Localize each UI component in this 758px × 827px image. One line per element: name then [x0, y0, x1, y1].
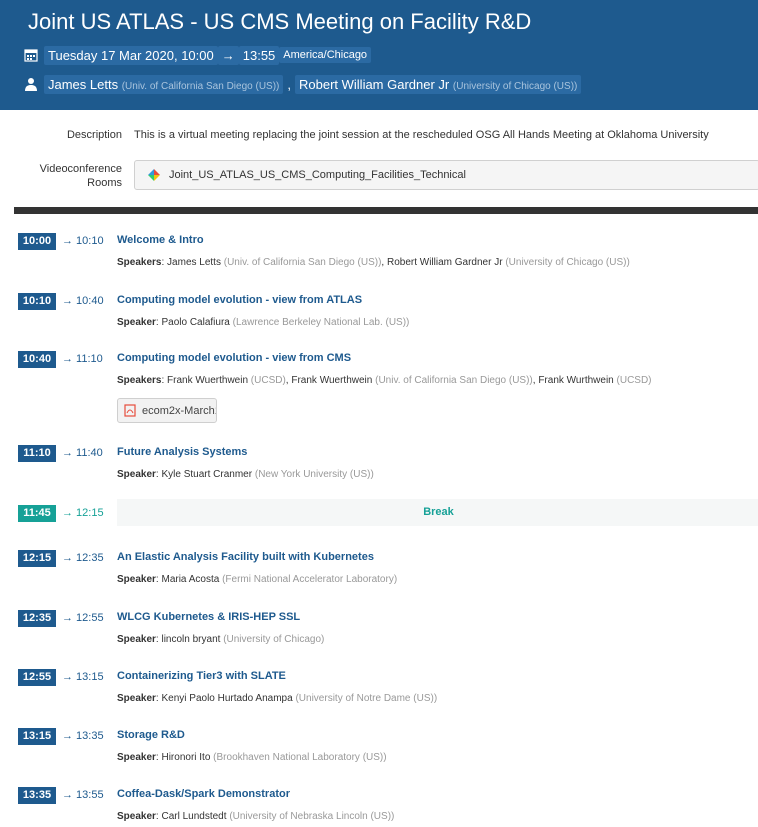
pdf-icon	[124, 404, 136, 417]
speaker-label: Speaker	[117, 693, 156, 704]
speakers-line: Speakers: Frank Wuerthwein (UCSD), Frank…	[117, 375, 652, 386]
description-text: This is a virtual meeting replacing the …	[134, 129, 709, 141]
speakers-line: Speaker: Kyle Stuart Cranmer (New York U…	[117, 469, 374, 480]
section-divider	[14, 207, 758, 214]
speaker-label: Speaker	[117, 811, 156, 822]
speaker-affiliation: (University of Chicago (US))	[505, 257, 630, 268]
videoconference-room[interactable]: Joint_US_ATLAS_US_CMS_Computing_Faciliti…	[134, 160, 758, 190]
start-time-badge: 12:55	[18, 669, 56, 686]
contribution-title[interactable]: Welcome & Intro	[117, 234, 204, 246]
contribution-title[interactable]: WLCG Kubernetes & IRIS-HEP SSL	[117, 611, 300, 623]
speaker-label: Speaker	[117, 574, 156, 585]
calendar-icon	[24, 49, 38, 62]
end-time: → 12:55	[62, 612, 104, 624]
speaker-name: Robert William Gardner Jr	[386, 257, 506, 268]
event-timezone: America/Chicago	[279, 47, 372, 63]
speaker-name: Carl Lundstedt	[161, 811, 230, 822]
speaker-name: Frank Wuerthwein	[291, 375, 376, 386]
speakers-line: Speaker: Paolo Calafiura (Lawrence Berke…	[117, 317, 410, 328]
start-time-badge: 12:15	[18, 550, 56, 567]
speaker-affiliation: (Fermi National Accelerator Laboratory)	[222, 574, 398, 585]
start-time-badge: 10:00	[18, 233, 56, 250]
speaker-affiliation: (University of Chicago)	[223, 634, 325, 645]
speaker-affiliation: (UCSD)	[616, 375, 652, 386]
speaker-affiliation: (Lawrence Berkeley National Lab. (US))	[232, 317, 410, 328]
start-time-badge: 10:40	[18, 351, 56, 368]
speaker-name: lincoln bryant	[161, 634, 224, 645]
contribution-title[interactable]: Storage R&D	[117, 729, 185, 741]
event-title: Joint US ATLAS - US CMS Meeting on Facil…	[28, 9, 532, 34]
speaker-name: Frank Wurthwein	[538, 375, 617, 386]
end-time: → 12:15	[62, 507, 104, 519]
speaker-name: James Letts	[167, 257, 224, 268]
contribution-title[interactable]: Computing model evolution - view from AT…	[117, 294, 362, 306]
date-arrow: →	[217, 45, 239, 65]
event-date: Tuesday 17 Mar 2020, 10:00	[44, 45, 218, 65]
event-end-time: 13:55	[238, 45, 280, 65]
contribution-title[interactable]: Containerizing Tier3 with SLATE	[117, 670, 286, 682]
videoconference-label: Videoconference Rooms	[39, 163, 122, 189]
chair-1-name: James Letts	[48, 76, 119, 92]
start-time-badge: 12:35	[18, 610, 56, 627]
end-time: → 10:10	[62, 235, 104, 247]
break-block: Break	[117, 499, 758, 526]
speakers-line: Speaker: Kenyi Paolo Hurtado Anampa (Uni…	[117, 693, 438, 704]
end-time: → 11:10	[62, 353, 103, 365]
speaker-label: Speakers	[117, 375, 162, 386]
speaker-affiliation: (Univ. of California San Diego (US))	[223, 257, 382, 268]
speakers-line: Speakers: James Letts (Univ. of Californ…	[117, 257, 630, 268]
event-chairs-row: James Letts (Univ. of California San Die…	[24, 73, 582, 95]
speaker-affiliation: (UCSD)	[250, 375, 286, 386]
contribution-title[interactable]: Coffea-Dask/Spark Demonstrator	[117, 788, 290, 800]
speaker-label: Speaker	[117, 317, 156, 328]
speaker-label: Speaker	[117, 752, 156, 763]
speakers-line: Speaker: Carl Lundstedt (University of N…	[117, 811, 395, 822]
contribution-title[interactable]: Computing model evolution - view from CM…	[117, 352, 351, 364]
speaker-name: Kyle Stuart Cranmer	[161, 469, 255, 480]
vidyo-icon	[148, 169, 160, 181]
end-time: → 13:15	[62, 671, 104, 683]
speaker-name: Paolo Calafiura	[161, 317, 233, 328]
chair-2[interactable]: Robert William Gardner Jr (University of…	[295, 74, 582, 94]
speaker-affiliation: (University of Nebraska Lincoln (US))	[229, 811, 395, 822]
event-header: Joint US ATLAS - US CMS Meeting on Facil…	[0, 0, 758, 110]
chair-1-affiliation: (Univ. of California San Diego (US))	[121, 80, 280, 92]
end-time: → 11:40	[62, 447, 103, 459]
start-time-badge: 13:15	[18, 728, 56, 745]
speaker-label: Speakers	[117, 257, 162, 268]
speaker-label: Speaker	[117, 469, 156, 480]
event-date-row: Tuesday 17 Mar 2020, 10:00 → 13:55 Ameri…	[24, 44, 372, 66]
videoconference-room-name: Joint_US_ATLAS_US_CMS_Computing_Faciliti…	[169, 169, 466, 181]
speaker-name: Kenyi Paolo Hurtado Anampa	[161, 693, 296, 704]
end-time: → 13:55	[62, 789, 104, 801]
end-time: → 10:40	[62, 295, 104, 307]
speaker-affiliation: (University of Notre Dame (US))	[295, 693, 438, 704]
description-label: Description	[66, 129, 122, 141]
chair-1[interactable]: James Letts (Univ. of California San Die…	[44, 74, 284, 94]
speakers-line: Speaker: Maria Acosta (Fermi National Ac…	[117, 574, 398, 585]
chair-separator: ,	[287, 76, 291, 92]
speaker-name: Frank Wuerthwein	[167, 375, 251, 386]
speaker-name: Hironori Ito	[161, 752, 214, 763]
speakers-line: Speaker: Hironori Ito (Brookhaven Nation…	[117, 752, 387, 763]
chair-2-affiliation: (University of Chicago (US))	[452, 80, 578, 92]
contribution-title[interactable]: Future Analysis Systems	[117, 446, 247, 458]
speaker-affiliation: (New York University (US))	[254, 469, 374, 480]
start-time-badge: 11:45	[18, 505, 56, 522]
speaker-affiliation: (Brookhaven National Laboratory (US))	[213, 752, 387, 763]
contribution-title[interactable]: An Elastic Analysis Facility built with …	[117, 551, 374, 563]
start-time-badge: 13:35	[18, 787, 56, 804]
chair-2-name: Robert William Gardner Jr	[299, 76, 450, 92]
speakers-line: Speaker: lincoln bryant (University of C…	[117, 634, 325, 645]
start-time-badge: 11:10	[18, 445, 56, 462]
end-time: → 13:35	[62, 730, 104, 742]
end-time: → 12:35	[62, 552, 104, 564]
speaker-affiliation: (Univ. of California San Diego (US))	[375, 375, 533, 386]
speaker-label: Speaker	[117, 634, 156, 645]
person-icon	[25, 78, 37, 91]
start-time-badge: 10:10	[18, 293, 56, 310]
attachment-name: ecom2x-March1...	[142, 404, 216, 417]
speaker-name: Maria Acosta	[161, 574, 223, 585]
attachment-button[interactable]: ecom2x-March1...	[117, 398, 217, 423]
